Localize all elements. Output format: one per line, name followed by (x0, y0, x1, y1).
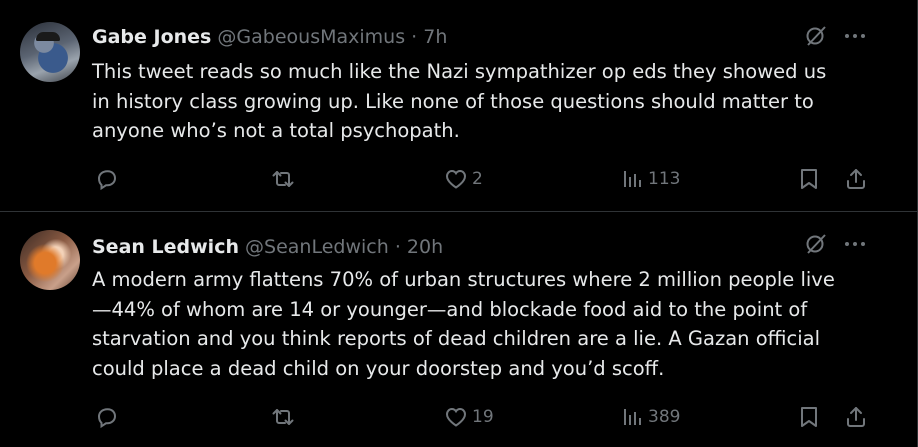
bookmark-button[interactable] (797, 402, 821, 432)
user-handle[interactable]: @GabeousMaximus (217, 26, 405, 48)
share-button[interactable] (844, 164, 868, 194)
tweet[interactable]: Gabe Jones @GabeousMaximus · 7h This twe… (0, 0, 917, 212)
tweet-header: Gabe Jones @GabeousMaximus · 7h (92, 24, 447, 50)
tweet-text: A modern army flattens 70% of urban stru… (92, 268, 835, 380)
avatar[interactable] (20, 230, 80, 290)
view-count: 113 (648, 169, 681, 189)
bookmark-icon (801, 407, 817, 427)
share-icon (847, 169, 865, 189)
action-bar: 2 113 (0, 164, 917, 194)
grok-icon[interactable] (804, 24, 828, 48)
more-icon[interactable] (842, 232, 868, 256)
grok-icon[interactable] (804, 232, 828, 256)
timestamp[interactable]: 20h (407, 236, 443, 258)
views-button[interactable]: 389 (620, 402, 680, 432)
tweet[interactable]: Sean Ledwich @SeanLedwich · 20h A modern… (0, 212, 917, 447)
separator-dot: · (394, 236, 401, 258)
retweet-button[interactable] (271, 402, 299, 432)
like-count: 2 (472, 169, 483, 189)
like-button[interactable]: 2 (444, 164, 483, 194)
share-icon (847, 407, 865, 427)
like-button[interactable]: 19 (444, 402, 494, 432)
display-name[interactable]: Gabe Jones (92, 26, 211, 48)
timestamp[interactable]: 7h (423, 26, 447, 48)
reply-icon (97, 170, 117, 191)
share-button[interactable] (844, 402, 868, 432)
more-icon[interactable] (842, 24, 868, 48)
separator-dot: · (411, 26, 418, 48)
bookmark-button[interactable] (797, 164, 821, 194)
views-icon (624, 409, 641, 425)
reply-button[interactable] (95, 402, 123, 432)
heart-icon (445, 169, 467, 189)
action-bar: 19 389 (0, 402, 917, 432)
tweet-header: Sean Ledwich @SeanLedwich · 20h (92, 234, 443, 260)
heart-icon (445, 407, 467, 427)
views-button[interactable]: 113 (620, 164, 680, 194)
reply-button[interactable] (95, 164, 123, 194)
tweet-text: This tweet reads so much like the Nazi s… (92, 60, 827, 142)
display-name[interactable]: Sean Ledwich (92, 236, 239, 258)
views-icon (624, 171, 641, 187)
like-count: 19 (472, 407, 494, 427)
bookmark-icon (801, 169, 817, 189)
reply-icon (97, 408, 117, 429)
retweet-button[interactable] (271, 164, 299, 194)
user-handle[interactable]: @SeanLedwich (245, 236, 389, 258)
retweet-icon (272, 409, 294, 425)
view-count: 389 (648, 407, 681, 427)
retweet-icon (272, 171, 294, 187)
avatar[interactable] (20, 22, 80, 82)
